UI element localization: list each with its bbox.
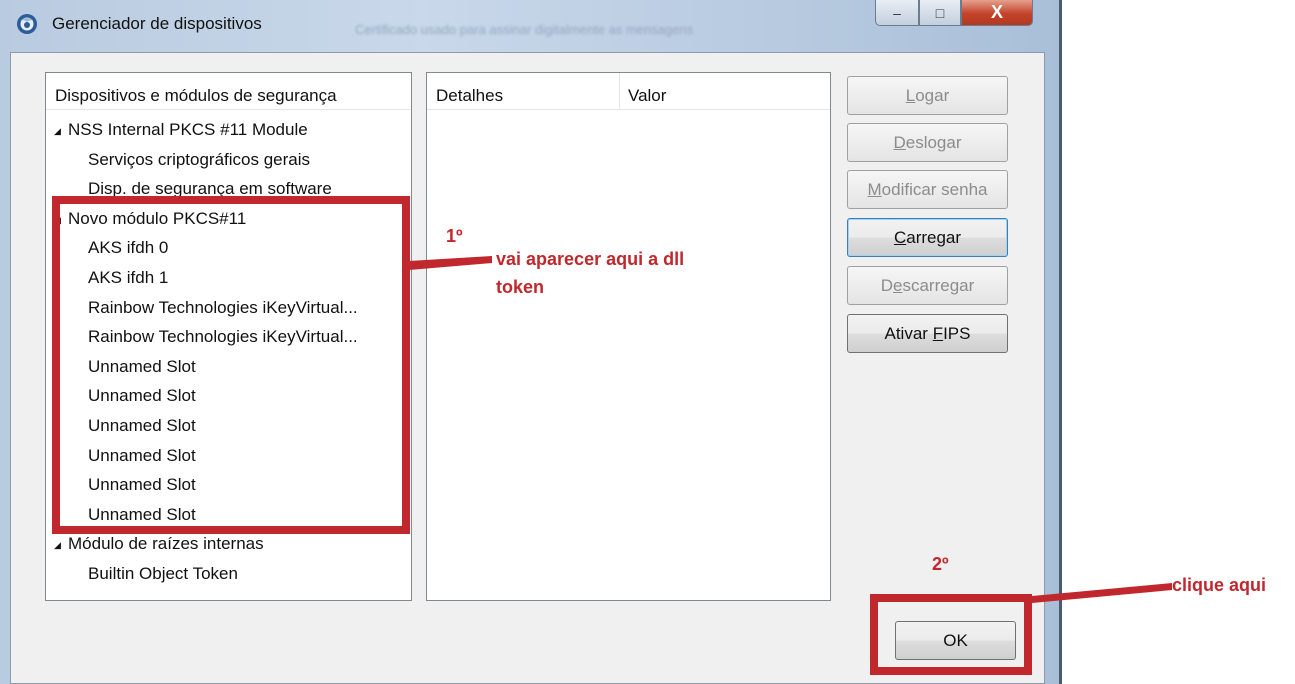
highlight-box-modules [52,196,410,534]
tree-item-label: Serviços criptográficos gerais [88,149,311,169]
devices-column-header[interactable]: Dispositivos e módulos de segurança [46,73,411,110]
unload-button[interactable]: Descarregar [847,266,1008,305]
window-controls: ‒ □ X [875,0,1033,26]
expander-triangle-icon[interactable]: ◢ [54,116,68,145]
button-text: D [880,276,893,295]
step-1-note-line: vai aparecer aqui a dll [496,249,685,269]
button-accesskey: M [867,180,882,199]
tree-item-label: NSS Internal PKCS #11 Module [68,120,308,139]
details-panel[interactable]: Detalhes Valor [426,72,831,601]
background-window-title: Certificado usado para assinar digitalme… [355,22,694,37]
tree-module-item[interactable]: ◢ NSS Internal PKCS #11 Module [46,115,414,145]
login-button[interactable]: Logar [847,76,1008,115]
value-column-header[interactable]: Valor [620,73,830,110]
step-1-note: vai aparecer aqui a dll token [496,245,684,301]
logout-button[interactable]: Deslogar [847,123,1008,162]
details-column-header[interactable]: Detalhes [427,73,620,110]
button-text: odificar senha [881,180,988,199]
tree-slot-item[interactable]: Serviços criptográficos gerais [46,145,448,175]
highlight-box-ok [870,594,1032,675]
button-text: IPS [943,324,971,343]
button-text: eslogar [905,133,962,152]
load-button[interactable]: Carregar [847,218,1008,257]
app-icon [17,14,37,34]
tree-item-label: Builtin Object Token [88,564,238,583]
button-accesskey: L [905,86,916,105]
button-accesskey: F [932,324,944,343]
tree-item-label: Módulo de raízes internas [68,534,264,554]
maximize-button[interactable]: □ [919,0,961,26]
step-1-number: 1º [446,226,463,246]
window-title: Gerenciador de dispositivos [52,14,262,33]
minimize-button[interactable]: ‒ [875,0,919,26]
button-accesskey: C [893,228,907,247]
change-password-button[interactable]: Modificar senha [847,170,1008,209]
title-bar[interactable]: Gerenciador de dispositivos Certificado … [0,0,1059,52]
step-2-number: 2º [932,554,949,574]
tree-slot-item[interactable]: Builtin Object Token [46,559,448,589]
button-text: Ativar [884,324,933,343]
button-text: arregar [906,228,962,247]
button-accesskey: D [893,133,906,152]
button-text: scarregar [902,276,975,295]
enable-fips-button[interactable]: Ativar FIPS [847,314,1008,353]
button-text: ogar [915,86,950,105]
close-button[interactable]: X [961,0,1033,26]
step-2-note: clique aqui [1172,575,1267,595]
step-1-note-line: token [496,277,545,297]
expander-triangle-icon[interactable]: ◢ [54,530,68,559]
